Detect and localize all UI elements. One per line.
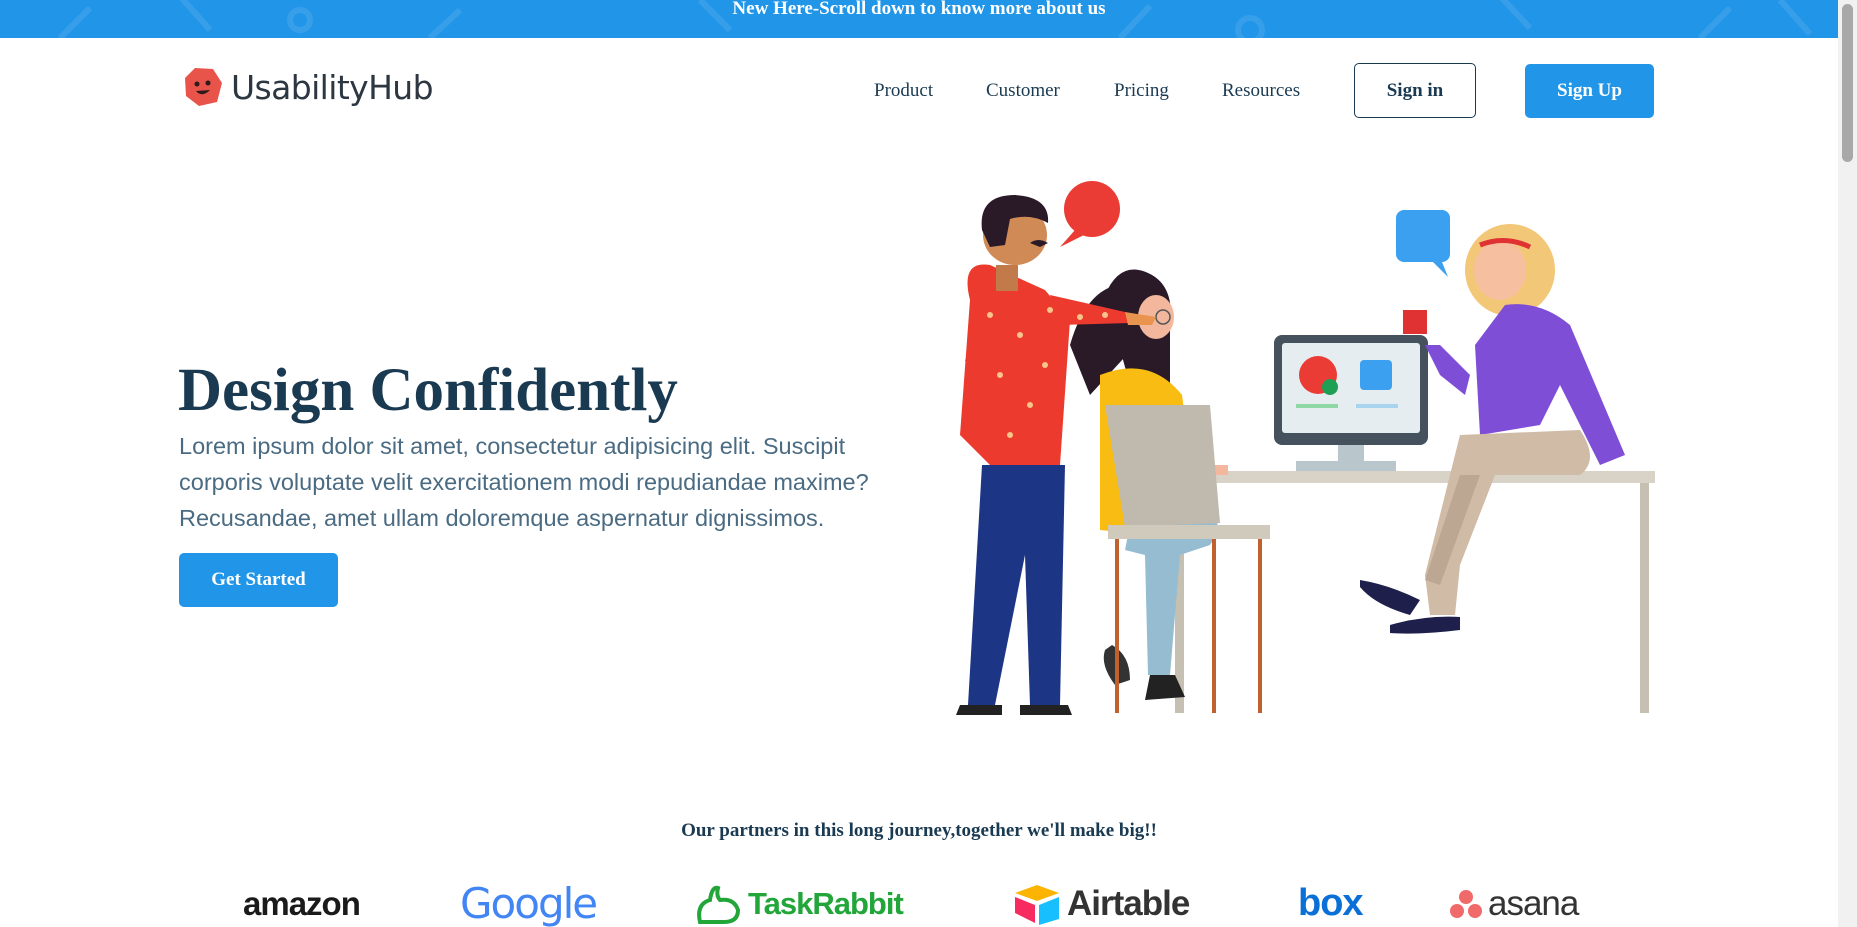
partner-asana-label: asana <box>1488 883 1579 923</box>
nav-customer[interactable]: Customer <box>986 80 1060 102</box>
logo-mascot-icon <box>185 68 222 106</box>
nav-product[interactable]: Product <box>874 80 933 102</box>
partner-taskrabbit-label: TaskRabbit <box>748 885 904 921</box>
rabbit-icon <box>697 885 741 924</box>
partner-airtable-label: Airtable <box>1067 883 1190 923</box>
blue-speech-bubble-icon <box>1396 210 1450 277</box>
partner-logo-google[interactable]: Google <box>460 879 598 927</box>
nav-resources[interactable]: Resources <box>1222 80 1300 102</box>
sign-in-button[interactable]: Sign in <box>1354 63 1476 118</box>
red-speech-bubble-icon <box>1060 181 1120 247</box>
partner-logo-taskrabbit[interactable]: TaskRabbit <box>694 880 904 927</box>
hero-title: Design Confidently <box>178 357 678 424</box>
partner-logo-amazon[interactable]: amazon <box>243 880 361 927</box>
scrollbar-thumb[interactable] <box>1842 4 1853 162</box>
partner-box-label: box <box>1298 882 1364 924</box>
partner-logo-box[interactable]: box <box>1298 880 1364 927</box>
partners-title: Our partners in this long journey,togeth… <box>681 820 1157 841</box>
chair <box>1105 405 1270 713</box>
airtable-box-icon <box>1015 884 1059 925</box>
logo[interactable]: UsabilityHub <box>183 66 434 108</box>
get-started-button[interactable]: Get Started <box>179 553 338 607</box>
computer-monitor <box>1274 335 1428 471</box>
desk <box>1175 471 1655 713</box>
partner-logo-airtable[interactable]: Airtable <box>1013 880 1190 927</box>
team-collaboration-illustration <box>956 181 1655 715</box>
asana-dots-icon <box>1450 889 1482 918</box>
hero-description: Lorem ipsum dolor sit amet, consectetur … <box>179 433 869 531</box>
top-banner: New Here-Scroll down to know more about … <box>0 0 1838 38</box>
partner-logo-asana[interactable]: asana <box>1450 880 1579 927</box>
site-header: UsabilityHub Product Customer Pricing Re… <box>0 38 1838 144</box>
banner-text[interactable]: New Here-Scroll down to know more about … <box>0 0 1838 18</box>
partner-google-label: Google <box>460 879 598 927</box>
logo-text: UsabilityHub <box>231 67 434 107</box>
sign-up-button[interactable]: Sign Up <box>1525 64 1654 118</box>
page-scrollbar[interactable] <box>1838 0 1857 927</box>
partner-amazon-label: amazon <box>243 884 361 922</box>
nav-pricing[interactable]: Pricing <box>1114 80 1169 102</box>
